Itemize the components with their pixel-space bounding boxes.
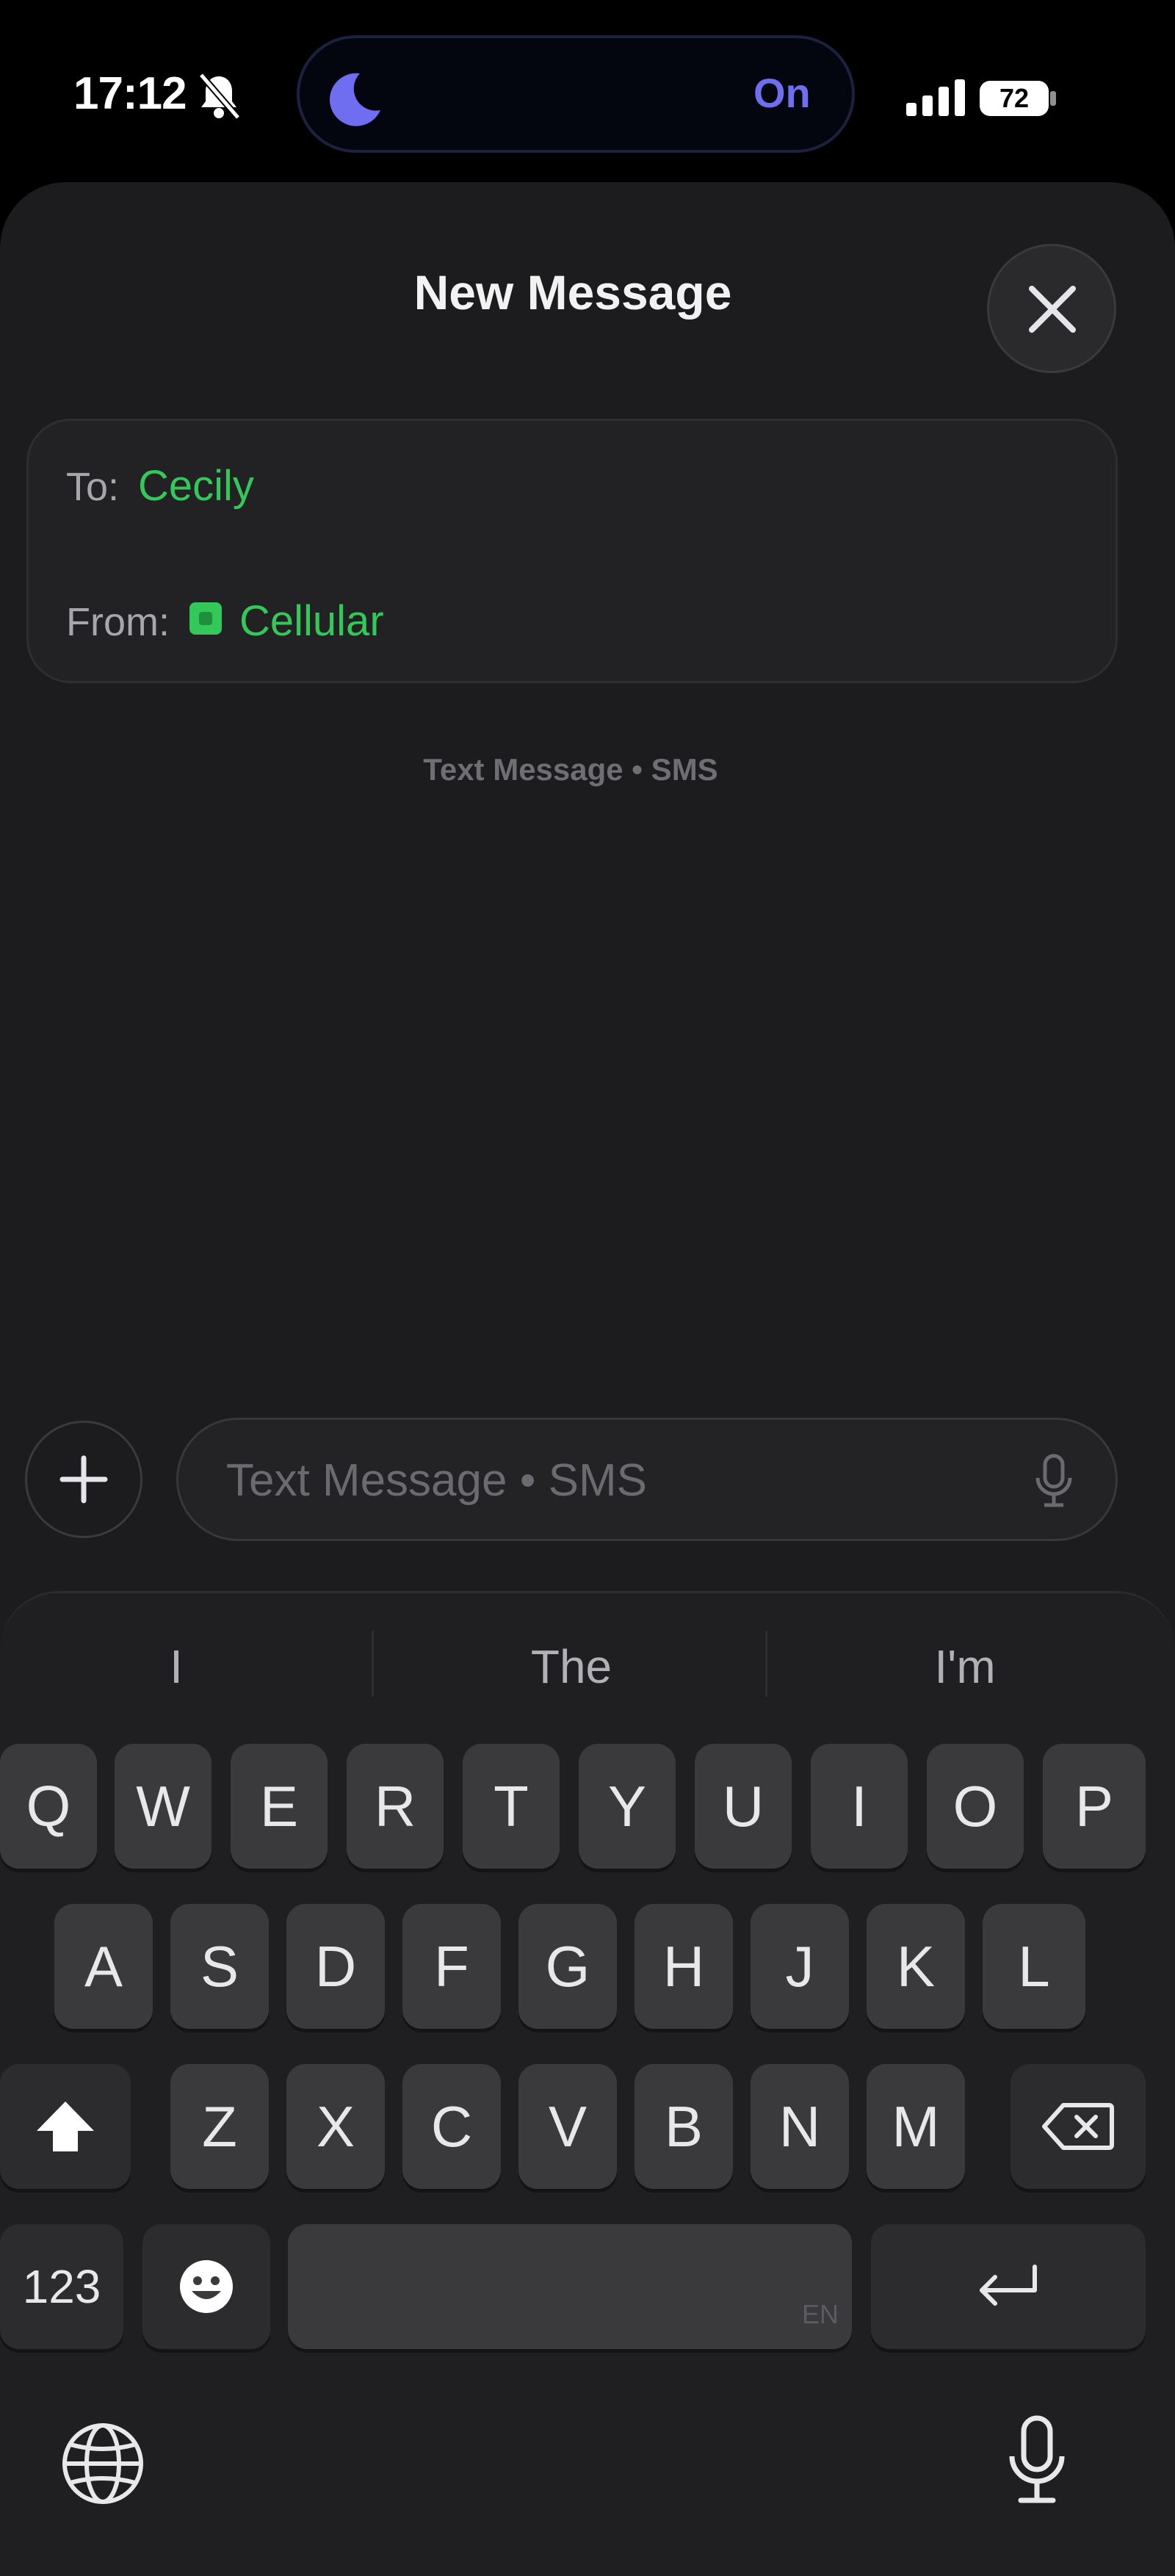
key-e[interactable]: E bbox=[231, 1744, 328, 1869]
from-label: From: bbox=[66, 600, 170, 644]
plus-icon bbox=[59, 1455, 108, 1504]
suggestion-divider bbox=[765, 1631, 767, 1697]
language-tag: EN bbox=[802, 2299, 839, 2329]
key-d[interactable]: D bbox=[286, 1904, 385, 2029]
recipient-chip[interactable]: Cecily bbox=[138, 461, 254, 510]
message-input-placeholder: Text Message • SMS bbox=[226, 1455, 648, 1506]
key-u[interactable]: U bbox=[695, 1744, 792, 1869]
signal-icon bbox=[906, 79, 965, 116]
key-t[interactable]: T bbox=[463, 1744, 560, 1869]
delete-icon bbox=[1042, 2103, 1114, 2150]
shift-icon bbox=[37, 2101, 94, 2151]
key-r[interactable]: R bbox=[347, 1744, 444, 1869]
space-key[interactable] bbox=[288, 2224, 852, 2349]
key-z[interactable]: Z bbox=[170, 2064, 269, 2189]
microphone-icon[interactable] bbox=[1005, 2414, 1069, 2508]
key-k[interactable]: K bbox=[867, 1904, 965, 2029]
sheet-title: New Message bbox=[413, 265, 732, 320]
key-v[interactable]: V bbox=[518, 2064, 617, 2189]
add-attachment-button[interactable] bbox=[25, 1421, 142, 1538]
key-l[interactable]: L bbox=[983, 1904, 1085, 2029]
key-j[interactable]: J bbox=[751, 1904, 849, 2029]
suggestion-1[interactable]: I bbox=[0, 1639, 367, 1694]
key-a[interactable]: A bbox=[54, 1904, 153, 2029]
dictation-microphone-icon[interactable] bbox=[1031, 1453, 1077, 1509]
close-icon bbox=[1029, 286, 1076, 333]
moon-icon bbox=[329, 73, 380, 126]
key-n[interactable]: N bbox=[751, 2064, 849, 2189]
recipient-card bbox=[26, 419, 1118, 683]
key-w[interactable]: W bbox=[115, 1744, 212, 1869]
globe-icon[interactable] bbox=[60, 2421, 145, 2506]
message-type-caption: Text Message • SMS bbox=[423, 752, 718, 787]
close-button[interactable] bbox=[987, 244, 1116, 373]
shift-key[interactable] bbox=[0, 2064, 131, 2189]
key-f[interactable]: F bbox=[402, 1904, 501, 2029]
return-icon bbox=[980, 2265, 1037, 2306]
key-c[interactable]: C bbox=[402, 2064, 501, 2189]
suggestion-2[interactable]: The bbox=[380, 1639, 762, 1694]
to-label: To: bbox=[66, 465, 120, 509]
focus-status: On bbox=[753, 70, 811, 116]
key-x[interactable]: X bbox=[286, 2064, 385, 2189]
key-y[interactable]: Y bbox=[579, 1744, 676, 1869]
delete-key[interactable] bbox=[1010, 2064, 1146, 2189]
cellular-line-icon bbox=[189, 602, 222, 635]
key-m[interactable]: M bbox=[867, 2064, 965, 2189]
battery-percent: 72 bbox=[999, 83, 1030, 113]
emoji-key[interactable] bbox=[142, 2224, 270, 2349]
key-p[interactable]: P bbox=[1043, 1744, 1146, 1869]
from-line-selector[interactable]: Cellular bbox=[239, 596, 384, 646]
key-b[interactable]: B bbox=[634, 2064, 733, 2189]
battery-icon: 72 bbox=[978, 78, 1058, 119]
emoji-icon bbox=[180, 2260, 233, 2313]
key-g[interactable]: G bbox=[518, 1904, 617, 2029]
key-q[interactable]: Q bbox=[0, 1744, 97, 1869]
suggestion-3[interactable]: I'm bbox=[774, 1639, 1156, 1694]
key-h[interactable]: H bbox=[634, 1904, 733, 2029]
numbers-key[interactable]: 123 bbox=[0, 2224, 123, 2349]
status-time: 17:12 bbox=[73, 68, 187, 119]
key-o[interactable]: O bbox=[927, 1744, 1024, 1869]
return-key[interactable] bbox=[871, 2224, 1146, 2349]
key-s[interactable]: S bbox=[170, 1904, 269, 2029]
bell-slash-icon bbox=[198, 73, 241, 120]
key-i[interactable]: I bbox=[811, 1744, 908, 1869]
suggestion-divider bbox=[372, 1631, 374, 1697]
